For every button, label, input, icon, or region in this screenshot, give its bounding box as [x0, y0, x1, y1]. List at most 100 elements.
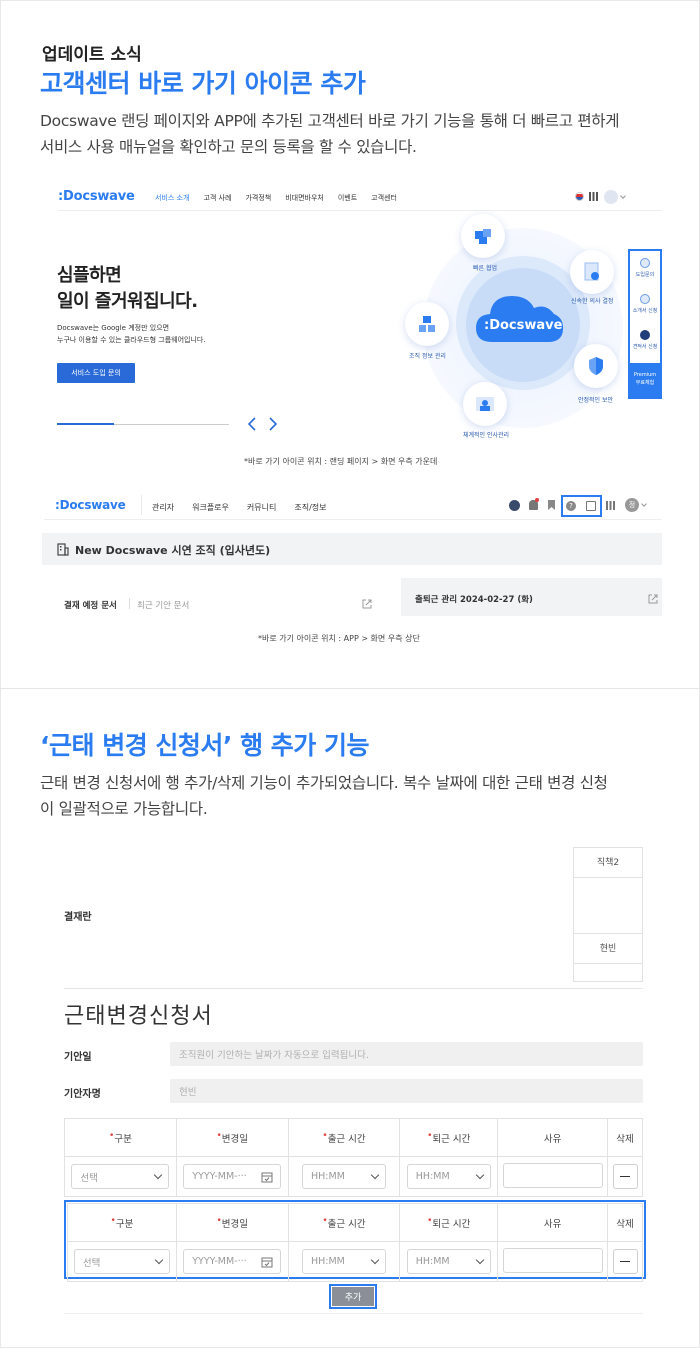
minus-icon — [620, 1260, 631, 1263]
external-link-icon[interactable] — [648, 594, 658, 604]
support-item-brochure-label: 소개서 신청 — [632, 308, 658, 314]
landing-nav-item[interactable]: 고객 사례 — [203, 193, 231, 203]
type-select[interactable]: 선택 — [71, 1164, 170, 1189]
col-type: •구분 — [64, 1118, 177, 1157]
calendar-icon — [261, 1172, 273, 1182]
app-nav-item[interactable]: 커뮤니티 — [247, 502, 276, 513]
tab-pending-approval[interactable]: 결재 예정 문서 — [64, 599, 117, 611]
change-date-input[interactable]: YYYY-MM-··· — [183, 1164, 282, 1189]
reason-input[interactable] — [502, 1247, 603, 1273]
landing-nav-item[interactable]: 가격정책 — [245, 193, 271, 203]
premium-trial-button[interactable]: Premium 무료체험 — [630, 363, 660, 397]
col-change-date: •변경일 — [175, 1203, 289, 1242]
document-icon — [640, 294, 650, 304]
landing-nav-item[interactable]: 서비스 소개 — [155, 193, 189, 203]
table-header-row: •구분 •변경일 •출근 시간 •퇴근 시간 사유 삭제 — [64, 1118, 643, 1157]
guide-book-icon[interactable] — [586, 501, 596, 511]
bubble-security-label: 안정적인 보안 — [578, 397, 614, 404]
support-item-inquiry-label: 도입문의 — [635, 272, 655, 278]
bubble-org — [405, 302, 449, 346]
user-avatar[interactable]: 정 — [625, 498, 639, 512]
landing-logo[interactable]: :Docswave — [58, 189, 135, 204]
update-eyebrow: 업데이트 소식 — [42, 45, 142, 65]
clock-in-select[interactable]: HH:MM — [302, 1164, 387, 1189]
cloud-logo-text: :Docswave — [484, 318, 563, 333]
korea-flag-icon[interactable] — [575, 192, 584, 201]
add-row-button[interactable]: 추가 — [332, 1287, 374, 1306]
chevron-down-icon — [370, 1170, 380, 1180]
section1-desc-line2: 서비스 사용 매뉴얼을 확인하고 문의 등록을 할 수 있습니다. — [40, 138, 417, 156]
avatar[interactable] — [604, 190, 618, 204]
col-clock-out: •퇴근 시간 — [399, 1118, 499, 1157]
app-logo[interactable]: :Docswave — [55, 498, 126, 512]
app-caption: *바로 가기 아이콘 위치 : APP > 화면 우측 상단 — [258, 634, 420, 643]
help-icon[interactable]: ? — [566, 501, 576, 511]
next-arrow-icon[interactable] — [268, 417, 278, 431]
attendance-table-added: •구분 •변경일 •출근 시간 •퇴근 시간 사유 삭제 선택 YYYY-MM-… — [67, 1203, 643, 1282]
landing-nav-item[interactable]: 이벤트 — [338, 193, 357, 203]
col-delete: 삭제 — [607, 1118, 643, 1157]
app-logo-divider — [141, 495, 142, 515]
landing-nav-item[interactable]: 고객센터 — [371, 193, 397, 203]
bubble-collab — [461, 214, 505, 258]
delete-row-button[interactable] — [612, 1249, 638, 1274]
change-date-input[interactable]: YYYY-MM-··· — [183, 1249, 282, 1274]
tab-recent-drafts[interactable]: 최근 기안 문서 — [137, 599, 189, 611]
bubble-security — [574, 344, 618, 388]
app-nav-item[interactable]: 조직/정보 — [294, 502, 326, 513]
org-title: New Docswave 시연 조직 (입사년도) — [75, 544, 271, 557]
apps-grid-icon[interactable] — [589, 192, 598, 201]
chevron-down-icon — [370, 1255, 380, 1265]
notification-dot — [535, 498, 539, 502]
section1-desc-line1: Docswave 랜딩 페이지와 APP에 추가된 고객센터 바로 가기 기능을… — [40, 112, 620, 130]
app-divider — [44, 519, 662, 520]
table-header-row: •구분 •변경일 •출근 시간 •퇴근 시간 사유 삭제 — [67, 1203, 643, 1242]
minus-icon — [620, 1175, 631, 1178]
delete-row-button[interactable] — [612, 1164, 638, 1189]
chevron-down-icon — [154, 1255, 164, 1265]
col-clock-in: •출근 시간 — [287, 1203, 401, 1242]
landing-nav-item[interactable]: 비대면바우처 — [285, 193, 324, 203]
support-item-inquiry[interactable]: 도입문의 — [630, 258, 660, 278]
clock-in-select[interactable]: HH:MM — [302, 1249, 386, 1274]
hero-contact-button[interactable]: 서비스 도입 문의 — [57, 363, 135, 383]
external-link-icon[interactable] — [362, 599, 372, 609]
form-bottom-divider — [64, 1313, 643, 1314]
bubble-decision — [570, 250, 614, 294]
app-nav-item[interactable]: 관리자 — [152, 502, 174, 513]
col-reason: 사유 — [497, 1203, 609, 1242]
profile-card-icon — [476, 397, 494, 411]
apps-grid-icon[interactable] — [606, 501, 615, 510]
support-item-brochure[interactable]: 소개서 신청 — [630, 294, 660, 314]
premium-trial-label: 무료체험 — [635, 380, 655, 386]
support-shortcut-bar: 도입문의 소개서 신청 견적서 신청 Premium 무료체험 — [628, 249, 662, 399]
approval-box: 직책2 현빈 — [573, 847, 643, 982]
hero-sub-2: 누구나 이용할 수 있는 클라우드형 그룹웨어입니다. — [57, 336, 206, 344]
section2-title: ‘근태 변경 신청서’ 행 추가 기능 — [40, 731, 370, 760]
slider-progress — [57, 423, 114, 425]
type-select[interactable]: 선택 — [73, 1249, 170, 1274]
support-item-quote[interactable]: 견적서 신청 — [630, 330, 660, 350]
approver-sign-area — [574, 878, 642, 934]
app-nav-item[interactable]: 워크플로우 — [192, 502, 229, 513]
clock-out-select[interactable]: HH:MM — [406, 1249, 491, 1274]
building-icon — [57, 543, 69, 556]
attendance-title: 출퇴근 관리 2024-02-27 (화) — [415, 595, 533, 605]
hero-sub-1: Docswave는 Google 계정만 있으면 — [57, 324, 170, 332]
drafter-field: 현빈 — [170, 1079, 643, 1103]
chevron-down-icon — [475, 1170, 485, 1180]
hero-title-1: 심플하면 — [57, 265, 122, 286]
bubble-hr-label: 체계적인 인사관리 — [463, 432, 510, 439]
attendance-table-existing: •구분 •변경일 •출근 시간 •퇴근 시간 사유 삭제 선택 YYYY-MM-… — [64, 1118, 643, 1197]
won-icon[interactable] — [509, 500, 520, 511]
table-row: 선택 YYYY-MM-··· HH:MM HH:MM — [67, 1241, 643, 1282]
clock-out-select[interactable]: HH:MM — [406, 1164, 491, 1189]
col-clock-in: •출근 시간 — [287, 1118, 401, 1157]
won-icon — [640, 330, 650, 340]
reason-input[interactable] — [502, 1162, 603, 1188]
cloud-logo-icon — [476, 296, 564, 342]
table-row: 선택 YYYY-MM-··· HH:MM HH:MM — [64, 1156, 643, 1197]
prev-arrow-icon[interactable] — [247, 417, 257, 431]
premium-label: Premium — [633, 372, 657, 378]
support-item-quote-label: 견적서 신청 — [632, 344, 658, 350]
